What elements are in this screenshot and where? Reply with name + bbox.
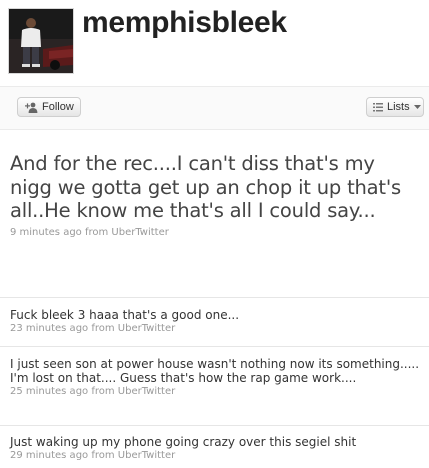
divider xyxy=(0,425,429,426)
tweet-text: Just waking up my phone going crazy over… xyxy=(10,435,357,449)
featured-tweet-text: And for the rec....I can't diss that's m… xyxy=(10,152,401,222)
follow-button-label: Follow xyxy=(42,101,74,113)
lists-dropdown-button[interactable]: Lists xyxy=(366,97,424,117)
divider xyxy=(0,297,429,298)
tweet-meta[interactable]: 23 minutes ago from UberTwitter xyxy=(10,323,420,334)
featured-tweet: And for the rec....I can't diss that's m… xyxy=(10,152,420,238)
tweet-meta[interactable]: 29 minutes ago from UberTwitter xyxy=(10,450,420,461)
tweet-item: Fuck bleek 3 haaa that's a good one... 2… xyxy=(10,308,420,334)
profile-header: memphisbleek xyxy=(0,0,429,86)
lists-button-label: Lists xyxy=(387,101,410,113)
tweet-text: Fuck bleek 3 haaa that's a good one... xyxy=(10,308,240,322)
tweet-meta[interactable]: 25 minutes ago from UberTwitter xyxy=(10,386,420,397)
caret-down-icon xyxy=(413,105,421,109)
profile-actions-bar: Follow Lists xyxy=(0,86,429,130)
divider xyxy=(0,346,429,347)
follow-button[interactable]: Follow xyxy=(17,97,81,117)
list-icon xyxy=(373,102,383,111)
featured-tweet-meta[interactable]: 9 minutes ago from UberTwitter xyxy=(10,227,420,238)
tweet-item: Just waking up my phone going crazy over… xyxy=(10,435,420,461)
add-user-icon xyxy=(25,102,38,113)
username: memphisbleek xyxy=(82,6,287,39)
avatar[interactable] xyxy=(8,8,74,74)
tweet-text: I just seen son at power house wasn't no… xyxy=(10,357,420,385)
tweet-item: I just seen son at power house wasn't no… xyxy=(10,357,420,397)
profile-photo xyxy=(9,9,73,73)
